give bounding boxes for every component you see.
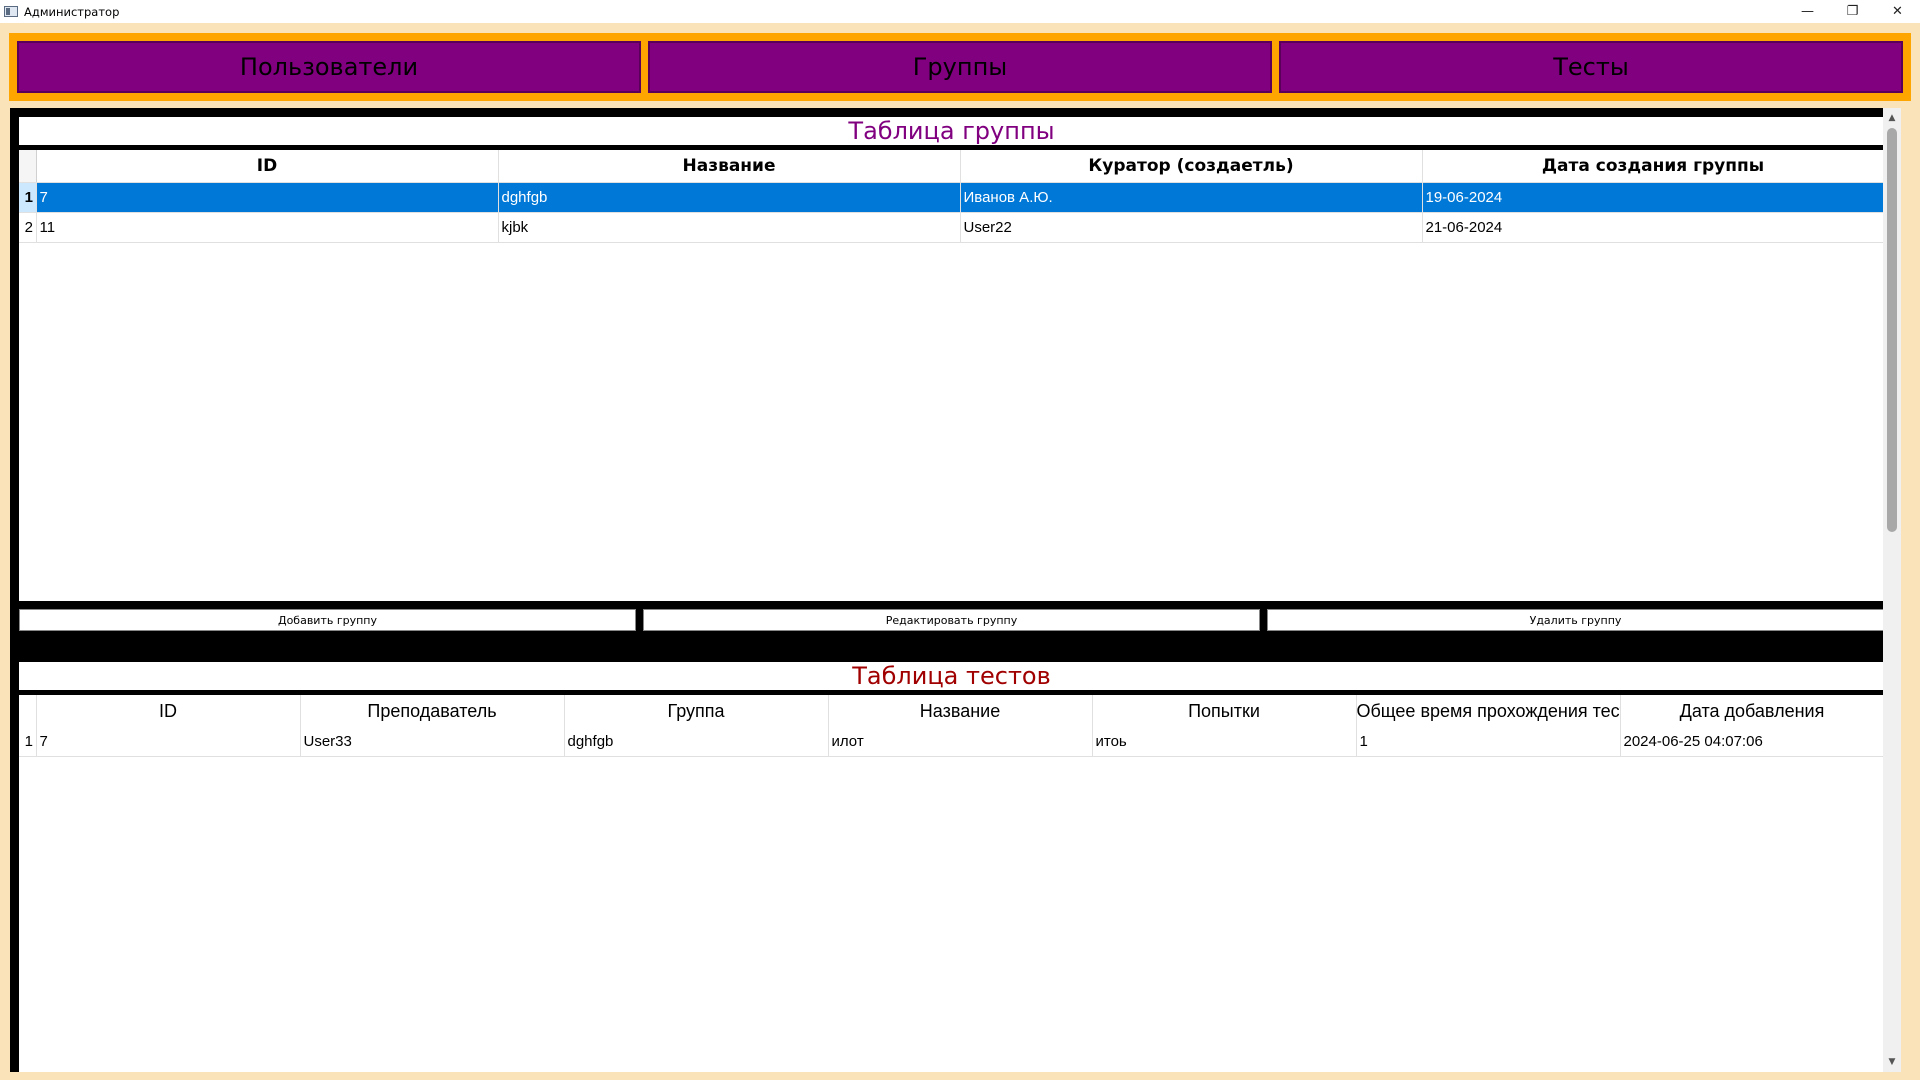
row-header-corner: [19, 150, 37, 183]
column-header-attempts[interactable]: Попытки: [1092, 695, 1357, 727]
main-content: Таблица группы ID Название Куратор (созд…: [10, 108, 1884, 1072]
scroll-down-icon[interactable]: ▼: [1883, 1054, 1901, 1070]
column-header-curator[interactable]: Куратор (создаетль): [960, 150, 1423, 183]
tests-table-header: ID Преподаватель Группа Название Попытки…: [19, 695, 1884, 727]
cell-id[interactable]: 7: [36, 727, 301, 757]
groups-table-header: ID Название Куратор (создаетль) Дата соз…: [19, 150, 1884, 183]
column-header-created-date[interactable]: Дата создания группы: [1422, 150, 1884, 183]
scroll-up-icon[interactable]: ▲: [1883, 110, 1901, 126]
add-group-button[interactable]: Добавить группу: [19, 609, 636, 631]
column-header-name[interactable]: Название: [498, 150, 961, 183]
cell-curator[interactable]: User22: [960, 212, 1423, 243]
column-header-group[interactable]: Группа: [564, 695, 829, 727]
tests-tab-button[interactable]: Тесты: [1279, 41, 1903, 93]
tests-table-panel: ID Преподаватель Группа Название Попытки…: [19, 695, 1884, 1072]
cell-created-date[interactable]: 19-06-2024: [1422, 182, 1884, 213]
vertical-scrollbar[interactable]: ▲ ▼: [1883, 108, 1901, 1072]
cell-id[interactable]: 11: [36, 212, 499, 243]
column-header-id[interactable]: ID: [36, 150, 499, 183]
cell-attempts[interactable]: итоь: [1092, 727, 1357, 757]
close-button[interactable]: ✕: [1875, 0, 1920, 23]
title-bar: Администратор — ❐ ✕: [0, 0, 1920, 23]
row-number[interactable]: 1: [19, 727, 37, 757]
edit-group-button[interactable]: Редактировать группу: [643, 609, 1260, 631]
tests-table-title: Таблица тестов: [19, 662, 1884, 690]
cell-teacher[interactable]: User33: [300, 727, 565, 757]
cell-name[interactable]: dghfgb: [498, 182, 961, 213]
groups-table-title: Таблица группы: [19, 117, 1884, 145]
table-row[interactable]: 1 7 User33 dghfgb илот итоь 1 2024-06-25…: [19, 727, 1884, 757]
cell-created-date[interactable]: 21-06-2024: [1422, 212, 1884, 243]
groups-tab-button[interactable]: Группы: [648, 41, 1272, 93]
cell-date-added[interactable]: 2024-06-25 04:07:06: [1620, 727, 1884, 757]
top-navigation: Пользователи Группы Тесты: [9, 33, 1911, 101]
tests-table: ID Преподаватель Группа Название Попытки…: [19, 695, 1884, 757]
restore-button[interactable]: ❐: [1830, 0, 1875, 23]
row-header-corner: [19, 695, 37, 727]
cell-total-time[interactable]: 1: [1356, 727, 1621, 757]
column-header-name[interactable]: Название: [828, 695, 1093, 727]
row-number[interactable]: 2: [19, 212, 37, 243]
cell-name[interactable]: kjbk: [498, 212, 961, 243]
window-controls: — ❐ ✕: [1785, 0, 1920, 23]
column-header-date-added[interactable]: Дата добавления: [1620, 695, 1884, 727]
cell-name[interactable]: илот: [828, 727, 1093, 757]
delete-group-button[interactable]: Удалить группу: [1267, 609, 1884, 631]
column-header-id[interactable]: ID: [36, 695, 301, 727]
table-row[interactable]: 2 11 kjbk User22 21-06-2024: [19, 212, 1884, 243]
window-title: Администратор: [24, 4, 120, 19]
row-number[interactable]: 1: [19, 182, 37, 213]
users-tab-button[interactable]: Пользователи: [17, 41, 641, 93]
table-row[interactable]: 1 7 dghfgb Иванов А.Ю. 19-06-2024: [19, 182, 1884, 213]
groups-table: ID Название Куратор (создаетль) Дата соз…: [19, 150, 1884, 243]
column-header-total-time[interactable]: Общее время прохождения тест: [1356, 695, 1621, 727]
scroll-thumb[interactable]: [1887, 128, 1897, 532]
group-actions: Добавить группу Редактировать группу Уда…: [19, 609, 1884, 631]
cell-id[interactable]: 7: [36, 182, 499, 213]
column-header-teacher[interactable]: Преподаватель: [300, 695, 565, 727]
minimize-button[interactable]: —: [1785, 0, 1830, 23]
app-icon: [4, 6, 18, 17]
window-frame-bottom: [0, 1072, 1920, 1080]
cell-curator[interactable]: Иванов А.Ю.: [960, 182, 1423, 213]
cell-group[interactable]: dghfgb: [564, 727, 829, 757]
groups-table-panel: ID Название Куратор (создаетль) Дата соз…: [19, 150, 1884, 601]
